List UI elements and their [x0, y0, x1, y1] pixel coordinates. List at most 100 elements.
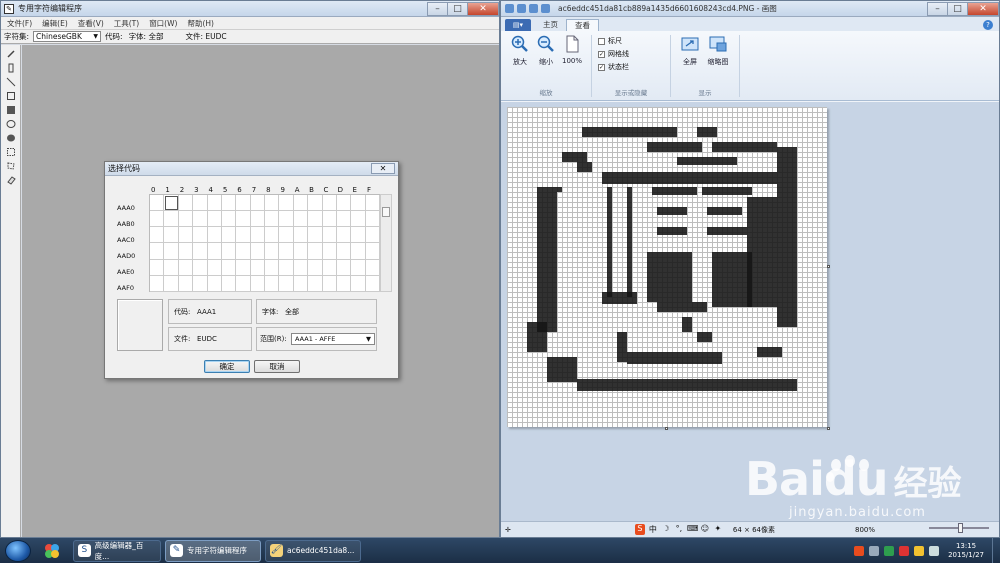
code-cell[interactable]	[351, 195, 366, 212]
hollow-ellipse-icon[interactable]	[4, 118, 18, 129]
code-cell[interactable]	[150, 243, 165, 260]
ime-punct-icon[interactable]: °,	[674, 524, 684, 535]
code-cell[interactable]	[178, 243, 194, 260]
menu-edit[interactable]: 编辑(E)	[42, 18, 68, 29]
code-cell[interactable]	[207, 195, 222, 212]
code-cell[interactable]	[365, 211, 380, 228]
code-cell[interactable]	[250, 211, 265, 228]
code-cell[interactable]	[279, 275, 294, 292]
code-cell[interactable]	[279, 259, 294, 276]
code-cell[interactable]	[322, 243, 337, 260]
code-cell[interactable]	[308, 275, 323, 292]
code-cell[interactable]	[207, 243, 222, 260]
ime-tools-icon[interactable]: ✦	[713, 524, 723, 535]
start-button[interactable]	[5, 539, 31, 562]
dialog-close-button[interactable]: ✕	[371, 163, 395, 174]
ime-logo-icon[interactable]: S	[634, 524, 645, 535]
code-cell[interactable]	[336, 243, 352, 260]
code-cell[interactable]	[221, 227, 237, 244]
code-cell[interactable]	[322, 227, 337, 244]
volume-icon[interactable]	[929, 545, 940, 556]
code-cell[interactable]	[293, 259, 309, 276]
code-cell[interactable]	[279, 195, 294, 212]
show-desktop-button[interactable]	[992, 538, 1000, 563]
ime-mode-icon[interactable]: 中	[648, 524, 658, 535]
eraser-icon[interactable]	[4, 174, 18, 185]
code-cell[interactable]	[365, 195, 380, 212]
code-cell[interactable]	[207, 211, 222, 228]
code-cell[interactable]	[236, 275, 251, 292]
code-cell[interactable]	[308, 259, 323, 276]
ime-user-icon[interactable]: ☺	[700, 524, 710, 535]
code-cell[interactable]	[236, 195, 251, 212]
code-cell[interactable]	[336, 195, 352, 212]
code-cell[interactable]	[293, 243, 309, 260]
taskbar-clock[interactable]: 13:15 2015/1/27	[948, 542, 984, 560]
menu-window[interactable]: 窗口(W)	[149, 18, 177, 29]
tab-home[interactable]: 主页	[535, 19, 566, 31]
code-cell[interactable]	[236, 243, 251, 260]
resize-handle-corner[interactable]	[827, 427, 830, 430]
code-cell[interactable]	[193, 227, 208, 244]
taskbar-item-paint[interactable]: 🖌 ac6eddc451da8...	[265, 539, 361, 562]
code-cell[interactable]	[178, 259, 194, 276]
code-cell[interactable]	[308, 227, 323, 244]
code-cell[interactable]	[351, 243, 366, 260]
filled-rect-icon[interactable]	[4, 104, 18, 115]
close-button[interactable]: ✕	[967, 1, 999, 16]
code-cell[interactable]	[250, 227, 265, 244]
code-cell[interactable]	[150, 275, 165, 292]
code-cell[interactable]	[193, 243, 208, 260]
code-cell[interactable]	[164, 275, 179, 292]
line-icon[interactable]	[4, 76, 18, 87]
code-cell[interactable]	[150, 227, 165, 244]
code-cell[interactable]	[308, 195, 323, 212]
code-cell[interactable]	[322, 275, 337, 292]
code-cell[interactable]	[207, 275, 222, 292]
taskbar-item-editor[interactable]: S 高级编辑器_百度...	[73, 539, 161, 562]
ime-moon-icon[interactable]: ☽	[661, 524, 671, 535]
code-cell[interactable]	[193, 275, 208, 292]
code-cell[interactable]	[150, 259, 165, 276]
tab-view[interactable]: 查看	[566, 19, 599, 31]
help-icon[interactable]: ?	[983, 20, 993, 30]
code-cell[interactable]	[178, 275, 194, 292]
minimize-button[interactable]: –	[427, 1, 447, 16]
code-cell[interactable]	[293, 275, 309, 292]
taskbar-item-eudc[interactable]: ✎ 专用字符编辑程序	[165, 539, 261, 562]
code-grid[interactable]	[149, 194, 380, 292]
code-cell[interactable]	[279, 227, 294, 244]
code-cell[interactable]	[164, 211, 179, 228]
code-cell[interactable]	[336, 259, 352, 276]
eudc-titlebar[interactable]: ✎ 专用字符编辑程序 – □ ✕	[1, 1, 499, 17]
freeform-select-icon[interactable]	[4, 160, 18, 171]
code-cell[interactable]	[336, 275, 352, 292]
code-cell[interactable]	[221, 211, 237, 228]
save-icon[interactable]	[517, 4, 526, 13]
code-cell[interactable]	[365, 259, 380, 276]
code-grid-scrollbar[interactable]	[380, 194, 392, 292]
statusbar-toggle[interactable]: ✓ 状态栏	[598, 62, 664, 72]
range-select[interactable]: AAA1 - AFFE ▼	[291, 333, 375, 345]
code-cell[interactable]	[150, 211, 165, 228]
code-cell[interactable]	[308, 243, 323, 260]
ruler-checkbox[interactable]	[598, 37, 605, 45]
code-cell[interactable]	[221, 275, 237, 292]
security-shield-icon[interactable]	[884, 545, 895, 556]
code-cell[interactable]	[351, 227, 366, 244]
code-cell[interactable]	[178, 211, 194, 228]
code-cell[interactable]	[365, 243, 380, 260]
code-cell[interactable]	[322, 259, 337, 276]
code-cell[interactable]	[193, 211, 208, 228]
code-cell[interactable]	[221, 243, 237, 260]
redo-icon[interactable]	[541, 4, 550, 13]
code-cell[interactable]	[236, 227, 251, 244]
code-cell[interactable]	[207, 227, 222, 244]
chevron-up-icon[interactable]	[869, 545, 880, 556]
dialog-titlebar[interactable]: 选择代码 ✕	[105, 162, 398, 176]
gridlines-toggle[interactable]: ✓ 网格线	[598, 49, 664, 59]
code-cell[interactable]	[336, 227, 352, 244]
code-cell[interactable]	[351, 275, 366, 292]
code-cell[interactable]	[265, 259, 280, 276]
code-cell[interactable]	[365, 275, 380, 292]
